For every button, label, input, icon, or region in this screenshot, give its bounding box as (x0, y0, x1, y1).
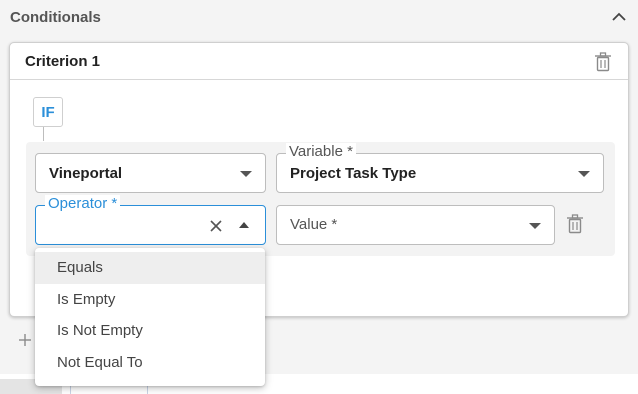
chevron-up-icon[interactable] (610, 10, 628, 24)
trash-icon[interactable] (594, 52, 612, 72)
variable-select-value: Project Task Type (290, 165, 417, 182)
conditionals-page: Conditionals Criterion 1 IF Vineportal V… (0, 0, 638, 394)
variable-label: Variable * (286, 143, 356, 161)
plus-icon[interactable] (18, 333, 32, 347)
trash-icon[interactable] (566, 214, 584, 234)
criterion-title: Criterion 1 (25, 53, 101, 70)
menu-item-not-equal-to[interactable]: Not Equal To (35, 347, 265, 379)
chevron-down-icon (529, 223, 541, 229)
menu-item-is-empty[interactable]: Is Empty (35, 284, 265, 316)
operator-label: Operator * (45, 195, 121, 213)
menu-item-is-not-empty[interactable]: Is Not Empty (35, 315, 265, 347)
chevron-down-icon (240, 171, 252, 177)
if-badge: IF (33, 97, 63, 127)
value-select[interactable]: Value * (276, 205, 555, 245)
criterion-header: Criterion 1 (10, 43, 628, 80)
variable-select[interactable]: Variable * Project Task Type (276, 143, 604, 193)
source-select-value: Vineportal (49, 165, 123, 182)
source-select[interactable]: Vineportal (35, 153, 266, 193)
value-placeholder: Value * (290, 216, 338, 233)
chevron-down-icon (578, 171, 590, 177)
section-title: Conditionals (10, 9, 101, 26)
operator-dropdown-menu: Equals Is Empty Is Not Empty Not Equal T… (35, 248, 265, 386)
if-connector (43, 127, 44, 141)
menu-item-equals[interactable]: Equals (35, 252, 265, 284)
close-icon[interactable] (209, 219, 223, 233)
chevron-up-icon (239, 222, 249, 228)
operator-select[interactable]: Operator * (35, 195, 266, 245)
